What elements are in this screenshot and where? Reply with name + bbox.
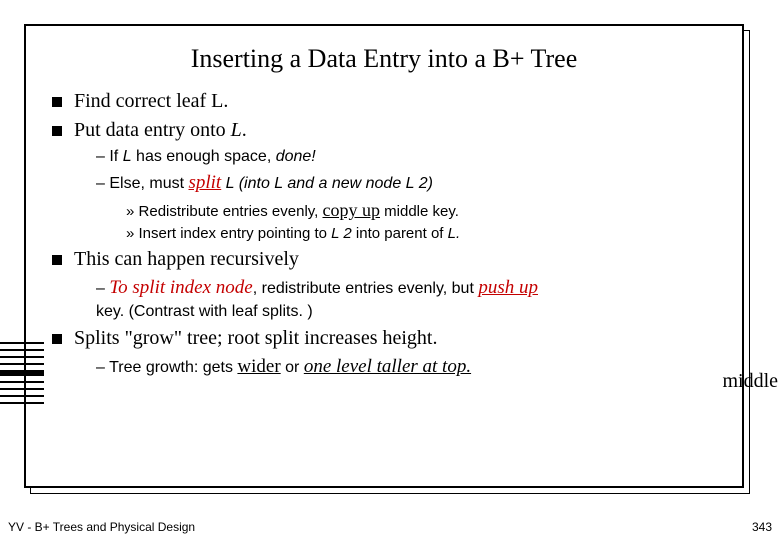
bullet-splits-grow: Splits "grow" tree; root split increases… <box>52 327 716 378</box>
bullet-put-entry: Put data entry onto L. If L has enough s… <box>52 119 716 242</box>
subbullet-split-index: To split index node, redistribute entrie… <box>96 277 716 321</box>
bullet-find-leaf: Find correct leaf L. <box>52 90 716 113</box>
subbullet-split-index-cont: key. (Contrast with leaf splits. ) <box>96 303 716 321</box>
slide-content: Find correct leaf L. Put data entry onto… <box>52 90 716 378</box>
overflow-text-middle: middle <box>722 370 778 393</box>
bullet-recursive: This can happen recursively To split ind… <box>52 248 716 321</box>
footer-page-number: 343 <box>752 520 772 534</box>
slide-title: Inserting a Data Entry into a B+ Tree <box>52 44 716 74</box>
subbullet-enough-space: If L has enough space, done! <box>96 148 716 166</box>
slide-body: Inserting a Data Entry into a B+ Tree Fi… <box>24 24 744 488</box>
subsub-redistribute: Redistribute entries evenly, copy up mid… <box>126 200 716 221</box>
subbullet-tree-growth: Tree growth: gets wider or one level tal… <box>96 356 716 378</box>
subsub-insert-index: Insert index entry pointing to L 2 into … <box>126 225 716 242</box>
slide-frame: Inserting a Data Entry into a B+ Tree Fi… <box>24 24 744 488</box>
subbullet-split: Else, must split L (into L and a new nod… <box>96 172 716 242</box>
left-stripe-ornament <box>0 342 44 414</box>
footer-left: YV - B+ Trees and Physical Design <box>8 520 195 534</box>
